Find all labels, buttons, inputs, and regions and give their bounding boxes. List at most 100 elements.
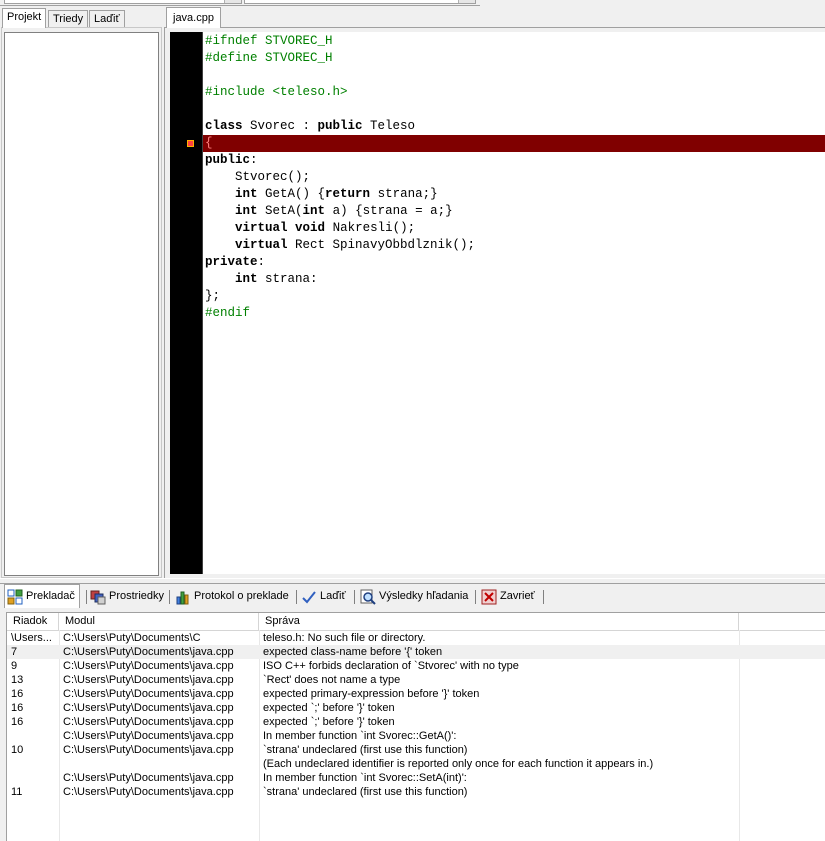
- compiler-icon: [7, 589, 23, 605]
- tab-vysledky[interactable]: Výsledky hľadania: [358, 586, 472, 607]
- bottom-tabs: Prekladač Prostriedky Protokol o preklad…: [2, 584, 825, 608]
- cell-modul: C:\Users\Puty\Documents\java.cpp: [63, 786, 234, 798]
- code-line[interactable]: private:: [205, 254, 475, 271]
- code-token: Teleso: [362, 119, 416, 133]
- table-row[interactable]: C:\Users\Puty\Documents\java.cpp In membe…: [7, 729, 825, 743]
- tab-ladit[interactable]: Laďiť: [89, 10, 125, 27]
- tab-label: Prekladač: [26, 590, 75, 602]
- code-line[interactable]: virtual Rect SpinavyObbdlznik();: [205, 237, 475, 254]
- code-token: private: [205, 255, 258, 269]
- tab-protokol[interactable]: Protokol o preklade: [173, 586, 293, 607]
- table-row[interactable]: [7, 813, 825, 827]
- combo-dropdown-button[interactable]: [458, 0, 475, 3]
- table-row[interactable]: 9 C:\Users\Puty\Documents\java.cpp ISO C++…: [7, 659, 825, 673]
- code-line[interactable]: #include <teleso.h>: [205, 84, 475, 101]
- tab-zavriet[interactable]: Zavrieť: [479, 586, 539, 607]
- tab-label: Prostriedky: [109, 590, 165, 602]
- table-row[interactable]: [7, 827, 825, 841]
- column-header-sprava[interactable]: Správa: [259, 613, 739, 630]
- tab-ladit-bottom[interactable]: Laďiť: [299, 586, 350, 607]
- code-line[interactable]: #endif: [205, 305, 475, 322]
- table-row[interactable]: \Users... C:\Users\Puty\Documents\C teleso…: [7, 631, 825, 645]
- column-header-riadok[interactable]: Riadok: [7, 613, 59, 630]
- cell-riadok: [7, 729, 59, 743]
- cell-riadok: 16: [11, 688, 24, 700]
- close-tab-icon: [481, 589, 497, 605]
- code-token: int: [235, 204, 258, 218]
- cell-riadok: 9: [11, 660, 18, 672]
- table-row[interactable]: 7 C:\Users\Puty\Documents\java.cpp expecte…: [7, 645, 825, 659]
- code-line[interactable]: [205, 101, 475, 118]
- code-token: #include <teleso.h>: [205, 85, 348, 99]
- cell-modul: C:\Users\Puty\Documents\java.cpp: [63, 660, 234, 672]
- code-token: class: [205, 119, 243, 133]
- code-token: public: [205, 153, 251, 167]
- code-line[interactable]: {: [205, 135, 475, 152]
- tab-separator: [86, 590, 87, 604]
- code-token: Svorec :: [242, 119, 318, 133]
- column-header-modul[interactable]: Modul: [59, 613, 259, 630]
- code-line[interactable]: #ifndef STVOREC_H: [205, 33, 475, 50]
- class-combo[interactable]: [4, 0, 242, 4]
- code-token: GetA() {: [257, 187, 326, 201]
- cell-sprava: expected class-name before '{' token: [263, 646, 443, 658]
- code-token: #define STVOREC_H: [205, 51, 333, 65]
- code-token: };: [205, 289, 221, 303]
- cell-modul: C:\Users\Puty\Documents\C: [63, 632, 201, 644]
- table-row[interactable]: 16 C:\Users\Puty\Documents\java.cpp expect…: [7, 715, 825, 729]
- cell-sprava: `strana' undeclared (first use this func…: [263, 786, 468, 798]
- cell-sprava: (Each undeclared identifier is reported …: [263, 758, 654, 770]
- code-token: strana:: [257, 272, 318, 286]
- code-line[interactable]: [205, 67, 475, 84]
- tab-prostriedky[interactable]: Prostriedky: [88, 586, 168, 607]
- code-line[interactable]: Stvorec();: [205, 169, 475, 186]
- cell-modul: C:\Users\Puty\Documents\java.cpp: [63, 730, 234, 742]
- code-line[interactable]: class Svorec : public Teleso: [205, 118, 475, 135]
- project-tree[interactable]: [4, 32, 159, 576]
- cell-sprava: expected `;' before '}' token: [263, 702, 395, 714]
- tab-projekt[interactable]: Projekt: [2, 8, 47, 28]
- toolbar-divider: [0, 5, 480, 6]
- code-token: Stvorec();: [205, 170, 311, 184]
- error-marker-icon: [187, 140, 194, 147]
- code-line[interactable]: virtual void Nakresli();: [205, 220, 475, 237]
- code-line[interactable]: };: [205, 288, 475, 305]
- table-row[interactable]: C:\Users\Puty\Documents\java.cpp In membe…: [7, 771, 825, 785]
- table-row[interactable]: 16 C:\Users\Puty\Documents\java.cpp expect…: [7, 687, 825, 701]
- tab-label: Protokol o preklade: [194, 590, 289, 602]
- code-line[interactable]: int strana:: [205, 271, 475, 288]
- table-row[interactable]: 13 C:\Users\Puty\Documents\java.cpp `Rect'…: [7, 673, 825, 687]
- editor-gutter[interactable]: [170, 32, 203, 574]
- code-token: a) {strana = a;}: [325, 204, 453, 218]
- code-line[interactable]: int GetA() {return strana;}: [205, 186, 475, 203]
- tab-triedy[interactable]: Triedy: [48, 10, 89, 27]
- code-line[interactable]: int SetA(int a) {strana = a;}: [205, 203, 475, 220]
- code-token: return: [325, 187, 371, 201]
- tab-prekladac[interactable]: Prekladač: [4, 584, 80, 608]
- compiler-output-list[interactable]: Riadok Modul Správa \Users... C:\Users\Pu…: [6, 612, 825, 841]
- table-row[interactable]: 16 C:\Users\Puty\Documents\java.cpp expect…: [7, 701, 825, 715]
- cell-modul: [59, 757, 259, 771]
- cell-riadok: 13: [11, 674, 24, 686]
- table-row[interactable]: (Each undeclared identifier is reported …: [7, 757, 825, 771]
- code-token: {: [205, 136, 213, 150]
- editor-tab-java-cpp[interactable]: java.cpp: [166, 7, 221, 28]
- table-row[interactable]: 10 C:\Users\Puty\Documents\java.cpp `stran…: [7, 743, 825, 757]
- tab-separator: [543, 590, 544, 604]
- table-row[interactable]: 11 C:\Users\Puty\Documents\java.cpp `stran…: [7, 785, 825, 799]
- cell-sprava: expected `;' before '}' token: [263, 716, 395, 728]
- cell-modul: C:\Users\Puty\Documents\java.cpp: [63, 702, 234, 714]
- member-combo[interactable]: [244, 0, 476, 4]
- cell-modul: C:\Users\Puty\Documents\java.cpp: [63, 646, 234, 658]
- code-line[interactable]: public:: [205, 152, 475, 169]
- tab-label: Laďiť: [320, 590, 346, 602]
- table-row[interactable]: [7, 799, 825, 813]
- code-line[interactable]: #define STVOREC_H: [205, 50, 475, 67]
- code-token: int: [235, 187, 258, 201]
- code-text[interactable]: #ifndef STVOREC_H #define STVOREC_H #inclu…: [205, 33, 475, 322]
- combo-dropdown-button[interactable]: [224, 0, 241, 3]
